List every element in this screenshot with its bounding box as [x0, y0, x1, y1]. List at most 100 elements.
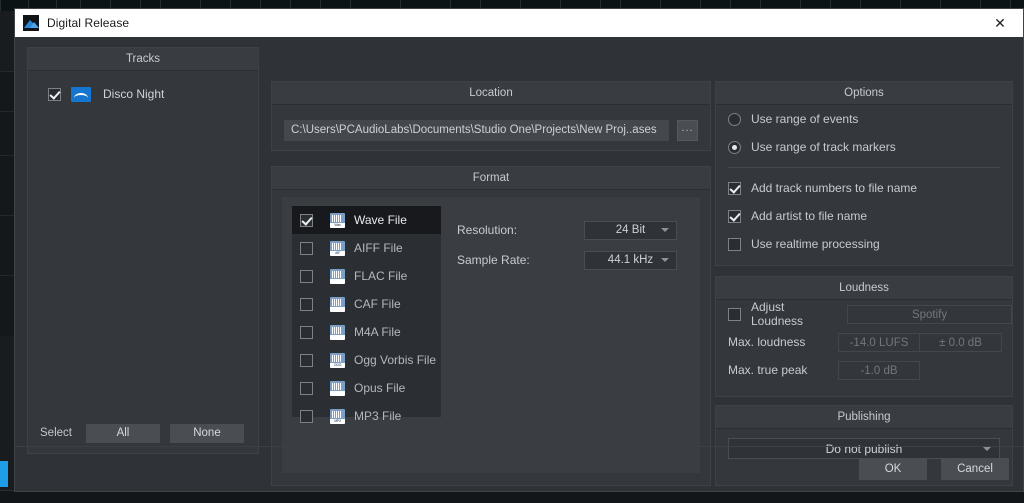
- adjust-loudness-label: Adjust Loudness: [751, 300, 804, 328]
- track-checkbox[interactable]: [48, 87, 61, 101]
- tracks-footer: Select All None: [28, 413, 258, 453]
- select-none-button[interactable]: None: [169, 423, 244, 443]
- sample-rate-label: Sample Rate:: [457, 253, 530, 267]
- publishing-panel-header: Publishing: [716, 406, 1012, 429]
- option-use-range-of-track-markers[interactable]: Use range of track markers: [716, 133, 1012, 161]
- list-item[interactable]: CAF File: [292, 290, 441, 318]
- chevron-down-icon: [983, 446, 991, 451]
- tracks-panel-header: Tracks: [28, 48, 258, 71]
- m4a-file-icon: [330, 324, 345, 340]
- option-checkbox[interactable]: [728, 181, 741, 195]
- max-true-peak-row: Max. true peak -1.0 dB: [716, 356, 1012, 384]
- file-type-label: M4A File: [354, 325, 401, 339]
- list-item[interactable]: Wav Wave File: [292, 206, 441, 234]
- tracks-panel: Tracks Disco Night Select All None: [27, 47, 259, 454]
- audio-clip: [0, 461, 8, 487]
- file-type-label: FLAC File: [354, 269, 408, 283]
- file-type-checkbox[interactable]: [300, 325, 313, 339]
- list-item[interactable]: AIF AIFF File: [292, 234, 441, 262]
- adjust-loudness-row: Adjust Loudness Spotify: [716, 300, 1012, 328]
- max-loudness-value[interactable]: -14.0 LUFS: [838, 332, 920, 352]
- resolution-dropdown[interactable]: 24 Bit: [584, 220, 677, 240]
- resolution-value: 24 Bit: [615, 224, 646, 236]
- select-all-button[interactable]: All: [85, 423, 160, 443]
- option-label: Use realtime processing: [751, 237, 880, 251]
- max-true-peak-value[interactable]: -1.0 dB: [838, 360, 920, 380]
- file-type-checkbox[interactable]: [300, 269, 313, 283]
- file-type-label: CAF File: [354, 297, 401, 311]
- close-icon[interactable]: ✕: [977, 9, 1023, 36]
- list-item[interactable]: M4A File: [292, 318, 441, 346]
- wave-file-icon: Wav: [330, 212, 345, 228]
- adjust-loudness-checkbox[interactable]: [728, 307, 741, 321]
- file-type-checkbox[interactable]: [300, 381, 313, 395]
- format-settings: Resolution: 24 Bit Sample Rate: 44.1 kHz: [457, 215, 690, 275]
- file-type-list: Wav Wave File AIF AIFF File FLAC File CA…: [292, 206, 441, 424]
- file-type-checkbox[interactable]: [300, 213, 313, 227]
- file-type-checkbox[interactable]: [300, 241, 313, 255]
- mp3-file-icon: MP3: [330, 408, 345, 424]
- browse-button[interactable]: ...: [677, 120, 698, 141]
- footer-divider: [15, 446, 1023, 447]
- location-path-input[interactable]: C:\Users\PCAudioLabs\Documents\Studio On…: [284, 120, 669, 141]
- max-loudness-row: Max. loudness -14.0 LUFS ± 0.0 dB: [716, 328, 1012, 356]
- loudness-preset-dropdown[interactable]: Spotify: [847, 304, 1012, 324]
- option-label: Add artist to file name: [751, 209, 868, 223]
- file-type-label: AIFF File: [354, 241, 403, 255]
- sample-rate-dropdown[interactable]: 44.1 kHz: [584, 250, 677, 270]
- max-loudness-label: Max. loudness: [728, 335, 806, 349]
- file-type-checkbox[interactable]: [300, 297, 313, 311]
- option-label: Use range of events: [751, 112, 859, 126]
- format-panel: Format Wav Wave File AIF AIFF File FLAC …: [271, 166, 711, 486]
- format-inner: Wav Wave File AIF AIFF File FLAC File CA…: [282, 197, 700, 473]
- opus-file-icon: [330, 380, 345, 396]
- option-realtime-processing[interactable]: Use realtime processing: [716, 230, 1012, 258]
- ok-button[interactable]: OK: [859, 458, 927, 480]
- option-checkbox[interactable]: [728, 237, 741, 251]
- dialog-titlebar: Digital Release ✕: [15, 9, 1023, 38]
- dialog-footer: OK Cancel: [845, 458, 1009, 480]
- aiff-file-icon: AIF: [330, 240, 345, 256]
- radio-button[interactable]: [728, 112, 741, 126]
- location-row: C:\Users\PCAudioLabs\Documents\Studio On…: [272, 105, 710, 141]
- track-name: Disco Night: [103, 87, 165, 101]
- file-type-label: MP3 File: [354, 409, 402, 423]
- list-item[interactable]: MP3 MP3 File: [292, 402, 441, 430]
- resolution-row: Resolution: 24 Bit: [457, 215, 690, 245]
- dialog-body: Tracks Disco Night Select All None Locat…: [15, 37, 1023, 491]
- max-loudness-tolerance[interactable]: ± 0.0 dB: [920, 332, 1002, 352]
- list-item[interactable]: OGG Ogg Vorbis File: [292, 346, 441, 374]
- options-panel-header: Options: [716, 82, 1012, 105]
- options-panel: Options Use range of events Use range of…: [715, 81, 1013, 266]
- window-title: Digital Release: [47, 16, 130, 30]
- radio-button[interactable]: [728, 140, 741, 154]
- list-item[interactable]: Opus File: [292, 374, 441, 402]
- option-add-artist[interactable]: Add artist to file name: [716, 202, 1012, 230]
- option-label: Add track numbers to file name: [751, 181, 918, 195]
- list-item[interactable]: Disco Night: [28, 81, 258, 107]
- format-panel-header: Format: [272, 167, 710, 190]
- caf-file-icon: [330, 296, 345, 312]
- audio-track-icon: [71, 86, 91, 102]
- chevron-down-icon: [661, 258, 669, 262]
- option-add-track-numbers[interactable]: Add track numbers to file name: [716, 174, 1012, 202]
- publishing-dropdown[interactable]: Do not publish: [728, 438, 1000, 459]
- file-type-checkbox[interactable]: [300, 409, 313, 423]
- select-label: Select: [40, 427, 72, 439]
- sample-rate-value: 44.1 kHz: [607, 254, 654, 266]
- publishing-value: Do not publish: [825, 441, 903, 456]
- location-panel-header: Location: [272, 82, 710, 105]
- file-type-label: Wave File: [354, 213, 407, 227]
- ruler-tick: [0, 0, 1, 11]
- divider: [728, 167, 1000, 168]
- file-type-label: Ogg Vorbis File: [354, 353, 437, 367]
- studio-one-icon: [23, 15, 39, 31]
- resolution-label: Resolution:: [457, 223, 518, 237]
- option-checkbox[interactable]: [728, 209, 741, 223]
- cancel-button[interactable]: Cancel: [941, 458, 1009, 480]
- list-item[interactable]: FLAC File: [292, 262, 441, 290]
- option-use-range-of-events[interactable]: Use range of events: [716, 105, 1012, 133]
- file-type-checkbox[interactable]: [300, 353, 313, 367]
- option-label: Use range of track markers: [751, 140, 896, 154]
- track-column-strip: [0, 11, 14, 503]
